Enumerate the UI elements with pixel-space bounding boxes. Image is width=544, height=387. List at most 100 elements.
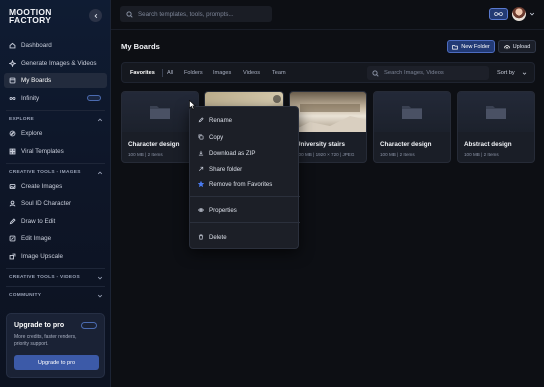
divider [190,196,300,197]
sidebar-item-explore[interactable]: Explore [4,126,107,141]
context-menu: Rename Copy Download as ZIP Share folder… [189,106,300,249]
infinity-icon [9,95,16,102]
sidebar-item-create-images[interactable]: Create Images [4,179,107,194]
sidebar-item-label: Edit Image [21,235,52,242]
sidebar-item-soul-id[interactable]: Soul ID Character [4,196,107,211]
chevron-down-icon[interactable] [97,293,103,299]
eye-icon [198,208,204,212]
menu-item-rename[interactable]: Rename [198,115,232,125]
board-card[interactable]: Abstract design 100 MB | 2 Items [457,91,535,163]
menu-item-label: Properties [209,206,237,214]
divider [190,222,300,223]
trash-icon [198,234,204,240]
folder-icon [486,106,506,119]
stairs-image [290,104,366,132]
collapse-sidebar-button[interactable] [89,9,102,22]
tab-team[interactable]: Team [272,70,286,76]
sidebar-item-label: My Boards [21,77,52,84]
sort-dropdown[interactable]: Sort by [497,70,515,76]
filter-bar: Favorites All Folders Images Videos Team… [121,62,535,83]
sidebar-item-generate[interactable]: Generate Images & Videos [4,56,107,71]
card-options-button[interactable] [273,95,281,103]
global-search-input[interactable]: Search templates, tools, prompts... [120,6,272,22]
upgrade-description: More credits, faster renders, priority s… [14,334,77,347]
menu-item-label: Copy [209,133,224,141]
sidebar-item-label: Generate Images & Videos [21,60,97,67]
sidebar-item-label: Viral Templates [21,148,64,155]
upgrade-title: Upgrade to pro [14,322,65,329]
divider [111,29,544,30]
section-title-community: COMMUNITY [9,293,42,298]
image-icon [9,183,16,190]
board-card[interactable]: Character design 100 MB | 2 Items [373,91,451,163]
sidebar-item-label: Dashboard [21,42,52,49]
tab-favorites[interactable]: Favorites [130,70,155,76]
card-name: University stairs [296,141,346,148]
menu-item-label: Rename [209,116,233,124]
page-title: My Boards [121,42,160,51]
new-folder-label: New Folder [461,43,490,50]
tab-folders[interactable]: Folders [184,70,203,76]
infinity-button[interactable] [489,8,508,20]
logo-line-2: FACTORY [9,14,52,25]
chevron-down-icon[interactable] [522,71,527,76]
board-card[interactable]: University stairs 100 MB | 1920 × 720 | … [289,91,367,163]
sidebar-item-dashboard[interactable]: Dashboard [4,38,107,53]
tab-videos[interactable]: Videos [243,70,260,76]
card-thumbnail [290,92,366,132]
divider [6,286,105,287]
upgrade-button[interactable]: Upgrade to pro [14,355,99,370]
upload-button[interactable]: Upload [498,40,536,53]
search-icon [126,10,133,18]
sidebar-item-viral-templates[interactable]: Viral Templates [4,144,107,159]
sidebar-item-image-upscale[interactable]: Image Upscale [4,249,107,264]
menu-item-properties[interactable]: Properties [198,205,237,215]
card-name: Character design [380,141,432,148]
chevron-up-icon[interactable] [97,117,103,123]
sidebar-item-infinity[interactable]: Infinity [4,91,107,106]
upload-label: Upload [512,43,531,50]
sidebar-item-label: Explore [21,130,43,137]
sidebar: MOOTION FACTORY Dashboard Generate Image… [0,0,111,387]
board-search-input[interactable]: Search Images, Videos [367,66,489,80]
menu-item-download-zip[interactable]: Download as ZIP [198,148,255,158]
star-icon [198,181,204,187]
card-thumbnail [458,92,534,132]
avatar[interactable] [512,7,526,21]
menu-item-delete[interactable]: Delete [198,232,227,242]
menu-item-label: Delete [209,233,227,241]
infinity-icon [494,12,503,16]
chevron-down-icon[interactable] [529,11,535,17]
card-meta: 100 MB | 2 Items [128,152,163,157]
infinity-badge [81,322,97,329]
sidebar-item-my-boards[interactable]: My Boards [4,73,107,88]
sidebar-item-edit-image[interactable]: Edit Image [4,231,107,246]
divider [162,69,163,77]
upscale-icon [9,253,16,260]
compass-icon [9,130,16,137]
sidebar-item-label: Draw to Edit [21,218,56,225]
user-icon [9,200,16,207]
menu-item-copy[interactable]: Copy [198,132,223,142]
new-folder-button[interactable]: New Folder [447,40,495,53]
board-card[interactable]: Character design 100 MB | 2 Items [121,91,199,163]
chevron-up-icon[interactable] [97,170,103,176]
mouse-cursor-icon [189,100,196,110]
chevron-down-icon[interactable] [97,275,103,281]
tab-all[interactable]: All [167,70,173,76]
menu-item-remove-favorites[interactable]: Remove from Favorites [198,179,272,189]
folder-icon [402,106,422,119]
divider [6,163,105,164]
search-placeholder: Search templates, tools, prompts... [138,10,234,18]
download-icon [198,150,204,156]
share-icon [198,166,204,172]
sparkle-icon [9,60,16,67]
menu-item-share-folder[interactable]: Share folder [198,164,242,174]
section-title-explore: EXPLORE [9,117,35,122]
app-logo[interactable]: MOOTION FACTORY [9,8,52,25]
sidebar-item-draw-to-edit[interactable]: Draw to Edit [4,214,107,229]
tab-images[interactable]: Images [213,70,231,76]
menu-item-label: Download as ZIP [209,149,256,157]
upload-icon [503,44,510,49]
menu-item-label: Share folder [209,165,243,173]
